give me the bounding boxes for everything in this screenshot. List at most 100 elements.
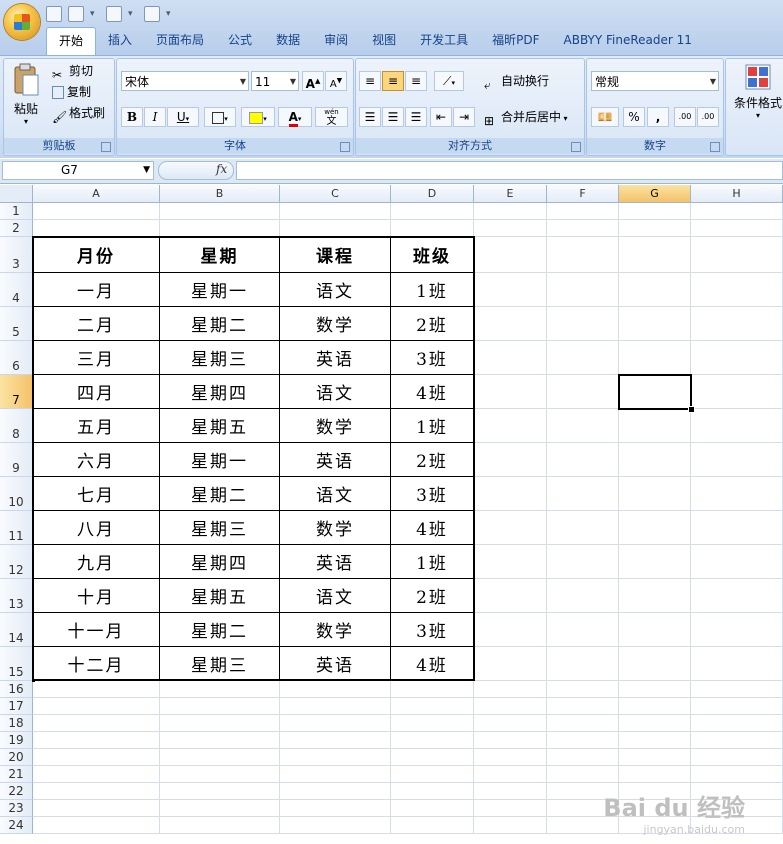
table-cell[interactable]: 星期二 [160,307,280,341]
borders-button[interactable]: ▾ [204,107,236,127]
table-cell[interactable]: 英语 [280,545,391,579]
cell[interactable] [474,715,547,732]
cell[interactable] [474,477,547,511]
cell[interactable] [691,477,783,511]
table-cell[interactable]: 4班 [391,375,475,409]
cell[interactable] [280,800,391,817]
table-cell[interactable]: 语文 [280,273,391,307]
cell[interactable] [619,409,691,443]
italic-button[interactable]: I [144,107,166,127]
table-cell[interactable]: 数学 [280,511,391,545]
cell[interactable] [391,220,474,237]
cell[interactable] [391,698,474,715]
comma-button[interactable]: , [647,107,669,127]
table-cell[interactable]: 星期四 [160,375,280,409]
cell[interactable] [619,341,691,375]
table-cell[interactable]: 一月 [33,273,160,307]
column-header-g[interactable]: G [619,185,691,203]
active-cell-selection[interactable] [618,374,692,410]
tab-9[interactable]: ABBYY FineReader 11 [552,27,704,54]
table-cell[interactable]: 1班 [391,409,475,443]
cell[interactable] [280,817,391,834]
font-name-combo[interactable]: 宋体 ▼ [121,71,249,91]
cell[interactable] [474,409,547,443]
cell[interactable] [33,800,160,817]
cell[interactable] [33,783,160,800]
table-cell[interactable]: 星期三 [160,647,280,681]
cell[interactable] [547,237,619,273]
increase-decimal-button[interactable]: .00 [674,107,696,127]
cell[interactable] [619,579,691,613]
cell[interactable] [547,511,619,545]
undo-icon[interactable] [68,6,84,22]
cell[interactable] [691,220,783,237]
cell[interactable] [160,681,280,698]
percent-button[interactable]: % [623,107,645,127]
cell[interactable] [474,766,547,783]
table-cell[interactable]: 数学 [280,409,391,443]
table-cell[interactable]: 六月 [33,443,160,477]
cell[interactable] [547,647,619,681]
table-cell[interactable]: 八月 [33,511,160,545]
align-top-button[interactable]: ≡ [359,71,381,91]
table-cell[interactable]: 语文 [280,375,391,409]
table-header-cell[interactable]: 月份 [33,237,160,273]
cell[interactable] [33,749,160,766]
cell[interactable] [547,443,619,477]
cell[interactable] [547,698,619,715]
cell[interactable] [547,766,619,783]
dialog-launcher-icon[interactable] [710,142,720,152]
orientation-button[interactable]: ⟋▾ [434,71,464,91]
table-cell[interactable]: 星期四 [160,545,280,579]
redo-icon[interactable] [106,6,122,22]
table-cell[interactable]: 3班 [391,341,475,375]
table-cell[interactable]: 星期五 [160,409,280,443]
row-header-8[interactable]: 8 [0,409,33,443]
table-header-cell[interactable]: 星期 [160,237,280,273]
cell[interactable] [391,681,474,698]
cell[interactable] [160,766,280,783]
align-bottom-button[interactable]: ≡ [405,71,427,91]
cell[interactable] [691,749,783,766]
cell[interactable] [33,698,160,715]
row-header-19[interactable]: 19 [0,732,33,749]
table-cell[interactable]: 三月 [33,341,160,375]
table-cell[interactable]: 1班 [391,545,475,579]
worksheet-grid[interactable]: A B C D E F G H 1 2 3 4 5 6 7 8 9 10 11 12 13 14 15 16 17 18 19 20 2… [0,185,783,844]
cell[interactable] [474,273,547,307]
paste-button[interactable]: 粘贴 ▾ [8,63,44,133]
insert-function-icon[interactable]: fx [216,162,227,176]
table-cell[interactable]: 十月 [33,579,160,613]
cell[interactable] [391,749,474,766]
table-cell[interactable]: 1班 [391,273,475,307]
dialog-launcher-icon[interactable] [101,142,111,152]
cell[interactable] [619,749,691,766]
table-cell[interactable]: 英语 [280,341,391,375]
cell[interactable] [691,732,783,749]
cell[interactable] [474,237,547,273]
table-cell[interactable]: 2班 [391,443,475,477]
cell[interactable] [160,732,280,749]
copy-button[interactable]: 复制 [52,82,91,102]
cell[interactable] [619,715,691,732]
tab-5[interactable]: 审阅 [312,27,360,54]
tab-1[interactable]: 插入 [96,27,144,54]
cell[interactable] [474,749,547,766]
formula-input[interactable] [236,161,783,180]
table-header-cell[interactable]: 课程 [280,237,391,273]
cell[interactable] [474,647,547,681]
phonetic-button[interactable]: wén 文 [315,107,348,127]
cell[interactable] [619,613,691,647]
table-cell[interactable]: 英语 [280,647,391,681]
table-cell[interactable]: 九月 [33,545,160,579]
cell[interactable] [391,783,474,800]
select-all-corner[interactable] [0,185,33,203]
table-cell[interactable]: 星期一 [160,273,280,307]
table-cell[interactable]: 3班 [391,613,475,647]
row-header-4[interactable]: 4 [0,273,33,307]
row-header-14[interactable]: 14 [0,613,33,647]
cell[interactable] [33,766,160,783]
cell[interactable] [619,647,691,681]
table-cell[interactable]: 星期二 [160,613,280,647]
cell[interactable] [474,545,547,579]
